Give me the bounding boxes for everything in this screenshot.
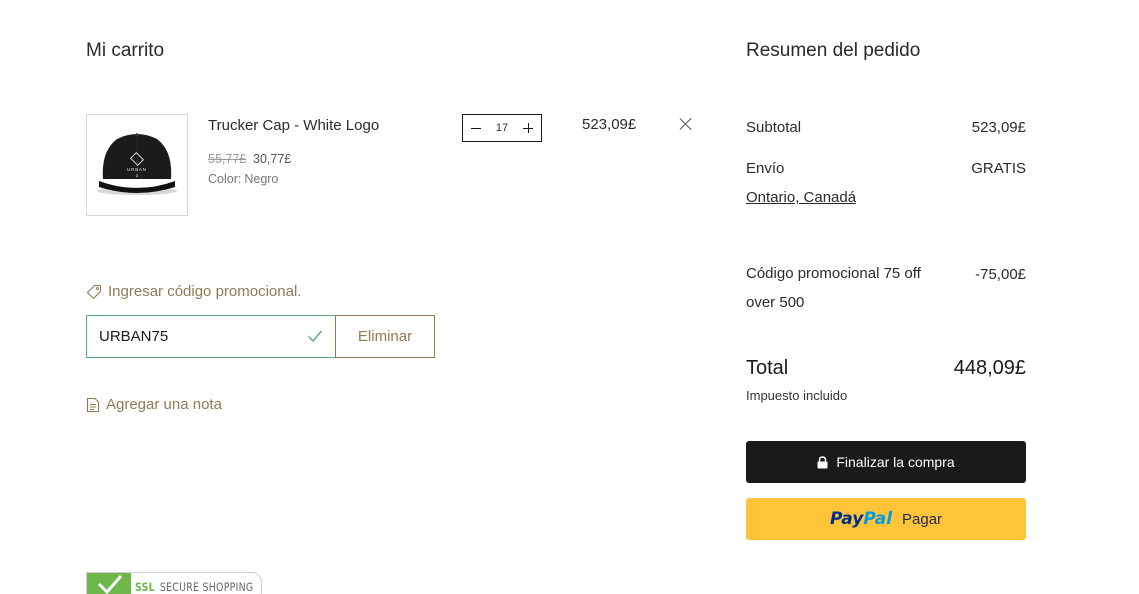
product-name[interactable]: Trucker Cap - White Logo (208, 117, 379, 134)
checkout-label: Finalizar la compra (836, 454, 955, 470)
product-image[interactable]: URBAN G (86, 114, 188, 216)
checkout-button[interactable]: Finalizar la compra (746, 441, 1026, 483)
variant-value: Negro (244, 172, 279, 186)
minus-icon[interactable] (469, 121, 483, 135)
remove-promo-button[interactable]: Eliminar (335, 315, 435, 358)
total-value: 448,09£ (953, 357, 1026, 379)
paypal-pay-label: Pagar (902, 510, 943, 528)
tax-note: Impuesto incluido (746, 388, 848, 403)
promo-discount-value: -75,00£ (975, 266, 1026, 283)
promo-code-link[interactable]: Ingresar código promocional. (86, 283, 301, 300)
paypal-button[interactable]: Pay Pal Pagar (746, 498, 1026, 540)
sale-price: 30,77£ (253, 152, 292, 166)
total-label: Total (746, 357, 789, 379)
quantity-value[interactable]: 17 (496, 122, 508, 134)
summary-title: Resumen del pedido (746, 40, 921, 61)
shipping-value: GRATIS (971, 160, 1026, 177)
promo-code-input[interactable] (99, 328, 299, 345)
ssl-shield-icon (87, 573, 131, 594)
variant-label: Color: (208, 172, 242, 186)
paypal-logo-pay: Pay (829, 509, 864, 529)
product-variant: Color: Negro (208, 172, 278, 186)
cap-logo-text: URBAN (127, 167, 147, 172)
tag-icon (86, 284, 102, 299)
paypal-logo-pal: Pal (863, 509, 893, 529)
promo-link-label: Ingresar código promocional. (108, 283, 302, 300)
quantity-stepper[interactable]: 17 (462, 114, 542, 142)
shipping-location-link[interactable]: Ontario, Canadá (746, 189, 856, 206)
promo-discount-label: Código promocional 75 off over 500 (746, 265, 921, 311)
promo-code-field[interactable] (86, 315, 336, 358)
subtotal-label: Subtotal (746, 119, 802, 136)
add-note-link[interactable]: Agregar una nota (86, 396, 222, 413)
subtotal-value: 523,09£ (971, 119, 1026, 136)
lock-icon (817, 455, 828, 468)
ssl-badge-text: SSL SECURE SHOPPING (135, 580, 253, 594)
secure-shopping-label: SECURE SHOPPING (159, 580, 254, 594)
cart-title: Mi carrito (86, 40, 165, 61)
note-icon (86, 397, 100, 412)
remove-item-icon[interactable] (678, 116, 694, 132)
cap-image: URBAN G (97, 133, 177, 195)
shipping-label: Envío (746, 160, 785, 177)
check-icon (308, 330, 323, 343)
add-note-label: Agregar una nota (106, 396, 222, 413)
ssl-secure-badge: SSL SECURE SHOPPING (86, 572, 262, 594)
ssl-label: SSL (135, 580, 155, 594)
plus-icon[interactable] (521, 121, 535, 135)
line-total: 523,09£ (582, 116, 637, 133)
original-price: 55,77£ (208, 152, 247, 166)
